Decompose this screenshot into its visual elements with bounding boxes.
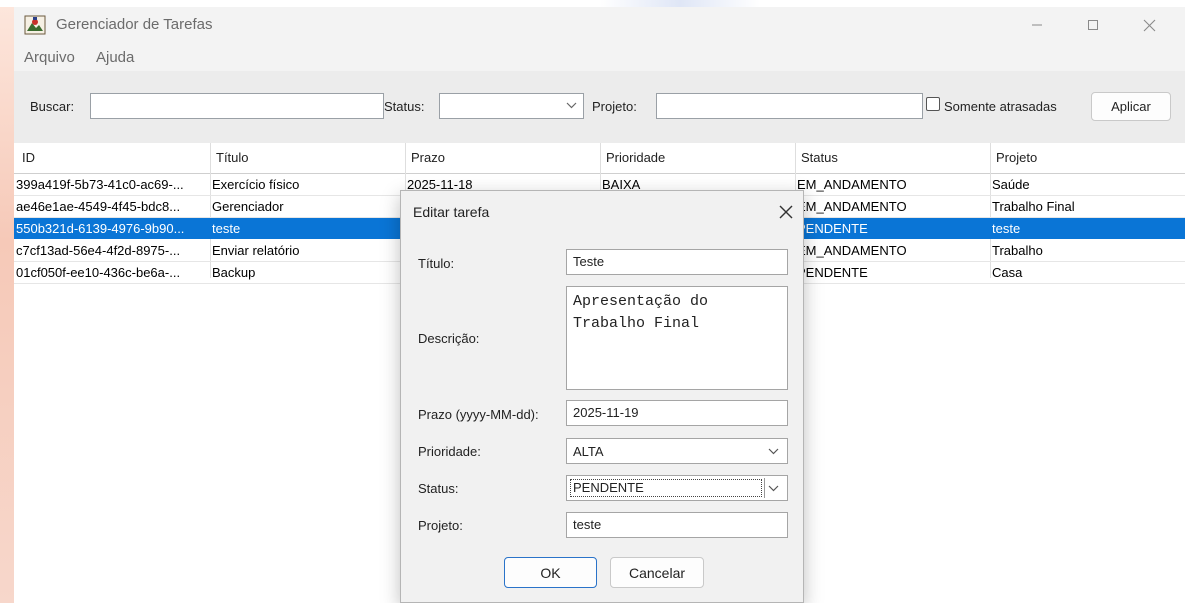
project-field-label: Projeto: [418,518,463,533]
cell-status: EM_ANDAMENTO [797,199,907,214]
cell-id: ae46e1ae-4549-4f45-bdc8... [16,199,181,214]
header-divider [210,143,211,173]
filter-bar: Buscar: Status: Projeto: Somente atrasad… [14,71,1185,143]
status-select[interactable]: PENDENTE [566,475,788,501]
cell-project: Casa [992,265,1023,280]
status-filter-select[interactable] [439,93,584,119]
cell-id: 399a419f-5b73-41c0-ac69-... [16,177,184,192]
cell-status: EM_ANDAMENTO [797,243,907,258]
column-header-status[interactable]: Status [801,150,838,165]
background-top [0,0,1185,7]
header-divider [795,143,796,173]
cell-status: PENDENTE [797,265,868,280]
chevron-down-icon [566,97,577,116]
project-filter-input[interactable] [656,93,923,119]
header-divider [600,143,601,173]
table-header: ID Título Prazo Prioridade Status Projet… [14,143,1185,174]
dialog-title: Editar tarefa [413,204,490,220]
app-icon [24,15,46,35]
ok-button[interactable]: OK [504,557,597,588]
header-divider [405,143,406,173]
background-top-stripe [600,0,760,7]
cell-status: EM_ANDAMENTO [797,177,907,192]
cell-project: Trabalho [992,243,1043,258]
menu-ajuda[interactable]: Ajuda [96,49,134,66]
maximize-button[interactable] [1076,9,1110,41]
chevron-down-icon [768,480,779,499]
cell-project: Trabalho Final [992,199,1075,214]
deadline-field[interactable]: 2025-11-19 [566,400,788,426]
cell-title: Enviar relatório [212,243,300,258]
priority-select-value: ALTA [573,444,604,459]
overdue-checkbox[interactable] [926,97,940,111]
menu-arquivo[interactable]: Arquivo [24,49,75,66]
cell-id: c7cf13ad-56e4-4f2d-8975-... [16,243,181,258]
window-title: Gerenciador de Tarefas [56,16,213,33]
cell-id: 01cf050f-ee10-436c-be6a-... [16,265,181,280]
column-header-deadline[interactable]: Prazo [411,150,445,165]
description-textarea[interactable]: Apresentação do Trabalho Final [566,286,788,390]
dialog-close-button[interactable] [779,199,793,225]
project-field[interactable]: teste [566,512,788,538]
deadline-field-label: Prazo (yyyy-MM-dd): [418,407,539,422]
cell-project: teste [992,221,1021,236]
edit-task-dialog: Editar tarefa Título: Teste Descrição: A… [400,190,804,603]
header-divider [990,143,991,173]
apply-button[interactable]: Aplicar [1091,92,1171,121]
cell-title: Gerenciador [212,199,284,214]
overdue-label: Somente atrasadas [944,99,1057,114]
priority-select[interactable]: ALTA [566,438,788,464]
column-header-title[interactable]: Título [216,150,249,165]
cancel-button[interactable]: Cancelar [610,557,704,588]
minimize-button[interactable] [1020,9,1054,41]
chevron-down-icon [768,443,779,462]
status-select-value: PENDENTE [570,479,762,497]
title-field[interactable]: Teste [566,249,788,275]
cell-project: Saúde [992,177,1030,192]
status-filter-label: Status: [384,99,425,114]
title-bar[interactable]: Gerenciador de Tarefas [14,7,1185,45]
search-input[interactable] [90,93,384,119]
priority-field-label: Prioridade: [418,444,481,459]
cell-title: Backup [212,265,256,280]
cell-title: Exercício físico [212,177,300,192]
column-header-id[interactable]: ID [22,150,35,165]
description-field-label: Descrição: [418,331,480,346]
cell-id: 550b321d-6139-4976-9b90... [16,221,185,236]
menu-bar: Arquivo Ajuda [14,45,1185,71]
column-header-priority[interactable]: Prioridade [606,150,665,165]
project-filter-label: Projeto: [592,99,637,114]
cell-title: teste [212,221,241,236]
cell-status: PENDENTE [797,221,868,236]
title-field-label: Título: [418,256,455,271]
close-window-button[interactable] [1132,9,1166,41]
status-field-label: Status: [418,481,459,496]
column-header-project[interactable]: Projeto [996,150,1037,165]
search-label: Buscar: [30,99,75,114]
select-divider [764,478,765,498]
